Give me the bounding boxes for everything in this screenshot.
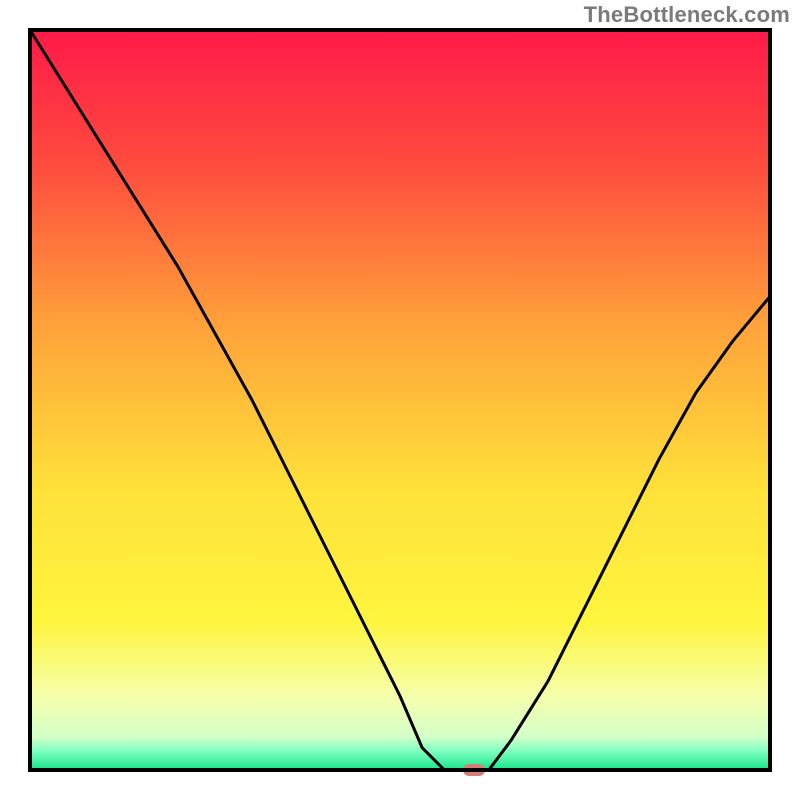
plot-background	[30, 30, 770, 770]
bottleneck-chart	[0, 0, 800, 800]
chart-container: TheBottleneck.com	[0, 0, 800, 800]
watermark-text: TheBottleneck.com	[584, 2, 790, 28]
